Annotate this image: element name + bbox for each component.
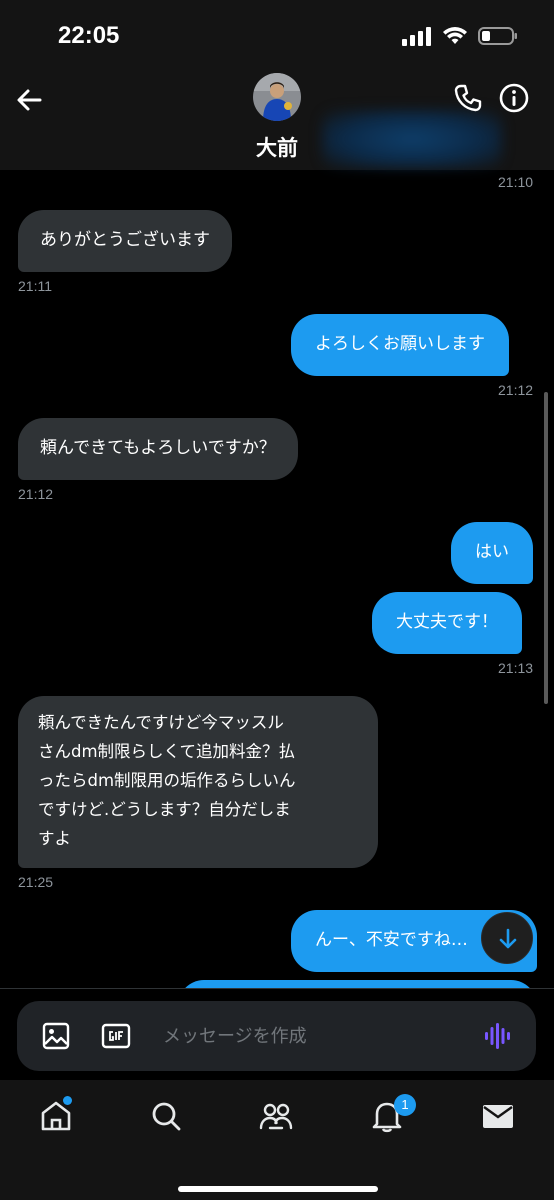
outgoing-message[interactable]: よろしくお願いします [291,314,509,376]
message-list[interactable]: 21:10 ありがとうございます 21:11 よろしくお願いします 21:12 … [0,170,554,988]
message-timestamp: 21:25 [18,874,54,890]
outgoing-message[interactable]: 大丈夫です！ [372,592,522,654]
gif-icon[interactable] [101,1022,131,1050]
info-icon[interactable] [498,82,530,114]
back-arrow-icon[interactable] [14,84,46,116]
incoming-message[interactable]: ありがとうございます [18,210,232,272]
conversation-header: 大前 [0,70,554,170]
status-bar: 22:05 [0,0,554,70]
incoming-message[interactable]: 頼んできてもよろしいですか？ [18,418,298,480]
phone-icon[interactable] [452,82,484,114]
voice-waveform-icon[interactable] [483,1021,513,1051]
notification-badge: 1 [394,1094,416,1116]
home-unread-dot [63,1096,72,1105]
message-timestamp: 21:10 [498,174,534,190]
avatar-image [253,73,301,121]
message-timestamp: 21:12 [18,486,54,502]
message-input[interactable] [163,1015,463,1057]
message-timestamp: 21:13 [498,660,534,676]
messages-envelope-icon[interactable] [480,1098,516,1134]
home-indicator [178,1186,378,1192]
wifi-icon [443,27,467,44]
contact-avatar[interactable] [253,73,301,121]
status-time: 22:05 [58,22,120,49]
outgoing-message-partial[interactable] [178,980,537,988]
composer-area [0,988,554,1080]
incoming-message[interactable]: 頼んできたんですけど今マッスル さんdm制限らしくて追加料金？払 ったらdm制限… [18,696,378,868]
arrow-down-icon [499,928,517,949]
message-scrollbar[interactable] [544,392,548,704]
communities-icon[interactable] [258,1098,294,1134]
image-icon[interactable] [41,1021,71,1051]
outgoing-message[interactable]: はい [451,522,533,584]
battery-icon [478,27,517,45]
status-icons [402,26,518,46]
message-composer[interactable] [17,1001,536,1071]
scroll-to-bottom-button[interactable] [481,912,533,964]
bottom-tab-bar: 1 [0,1080,554,1200]
cellular-signal-icon [402,27,431,46]
search-icon[interactable] [148,1098,184,1134]
message-timestamp: 21:11 [18,278,52,294]
message-timestamp: 21:12 [498,382,534,398]
blurred-region [322,110,502,168]
